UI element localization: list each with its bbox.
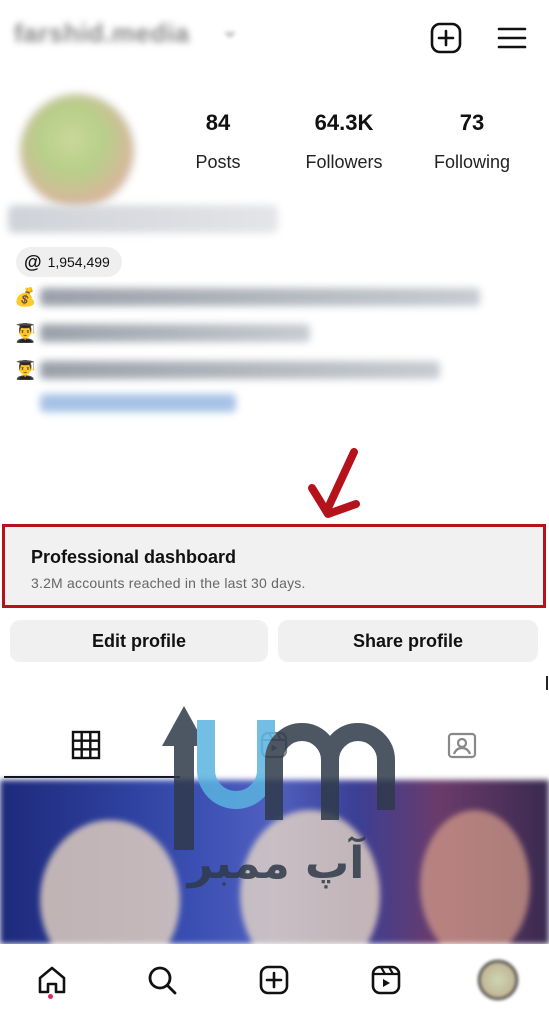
top-bar: farshid.media: [0, 0, 549, 72]
nav-search[interactable]: [138, 956, 186, 1004]
reels-icon: [371, 965, 401, 995]
profile-name-blurred: [8, 205, 278, 233]
nav-reels[interactable]: [362, 956, 410, 1004]
bio-line: 👨‍🎓: [14, 357, 440, 383]
hamburger-menu-icon[interactable]: [494, 20, 530, 56]
nav-create[interactable]: [250, 956, 298, 1004]
active-tab-indicator: [4, 776, 180, 778]
following-count: 73: [459, 110, 485, 135]
arrow-down-icon: [308, 448, 360, 518]
tab-posts-grid[interactable]: [6, 710, 166, 780]
followers-label: Followers: [305, 152, 383, 172]
nav-profile[interactable]: [474, 956, 522, 1004]
divider: [546, 676, 548, 690]
avatar: [478, 960, 518, 1000]
money-bag-emoji: 💰: [14, 286, 37, 307]
threads-icon: @: [24, 251, 42, 272]
home-icon: [38, 966, 66, 994]
watermark-logo: آپ ممبر: [162, 706, 395, 889]
student-emoji: 👨‍🎓: [14, 322, 37, 343]
posts-label: Posts: [195, 152, 241, 172]
threads-count: 1,954,499: [47, 254, 110, 270]
tab-tagged[interactable]: [382, 710, 542, 780]
bio-line: 💰: [14, 284, 480, 310]
student-emoji: 👨‍🎓: [14, 359, 37, 380]
bio-text-blurred: [40, 361, 440, 379]
plus-square-icon[interactable]: [428, 20, 464, 56]
notification-dot: [48, 994, 53, 999]
bio-line: 👨‍🎓: [14, 320, 310, 346]
chevron-down-icon[interactable]: [224, 28, 236, 40]
dashboard-subtitle: 3.2M accounts reached in the last 30 day…: [31, 575, 306, 591]
search-icon: [148, 966, 177, 995]
bio-link-blurred[interactable]: [40, 394, 236, 412]
posts-count: 84: [205, 110, 231, 135]
tagged-icon: [447, 732, 477, 759]
dashboard-title: Professional dashboard: [31, 547, 237, 567]
following-label: Following: [433, 152, 511, 172]
grid-icon: [71, 730, 101, 760]
bio-text-blurred: [40, 324, 310, 342]
threads-badge[interactable]: @ 1,954,499: [16, 247, 122, 277]
profile-stats: 84 Posts 64.3K Followers 73 Following: [160, 110, 540, 190]
create-icon: [259, 965, 289, 995]
username-switcher[interactable]: farshid.media: [14, 18, 190, 49]
share-profile-button[interactable]: Share profile: [278, 620, 538, 662]
edit-profile-button[interactable]: Edit profile: [10, 620, 268, 662]
posts-stat[interactable]: 84 Posts: [158, 110, 278, 173]
watermark-text: آپ ممبر: [186, 835, 366, 889]
followers-stat[interactable]: 64.3K Followers: [284, 110, 404, 173]
bio-text-blurred: [40, 288, 480, 306]
profile-avatar[interactable]: [18, 92, 136, 210]
followers-count: 64.3K: [314, 110, 374, 135]
bottom-navigation: [0, 944, 549, 1024]
following-stat[interactable]: 73 Following: [412, 110, 532, 173]
professional-dashboard[interactable]: Professional dashboard 3.2M accounts rea…: [2, 524, 546, 608]
